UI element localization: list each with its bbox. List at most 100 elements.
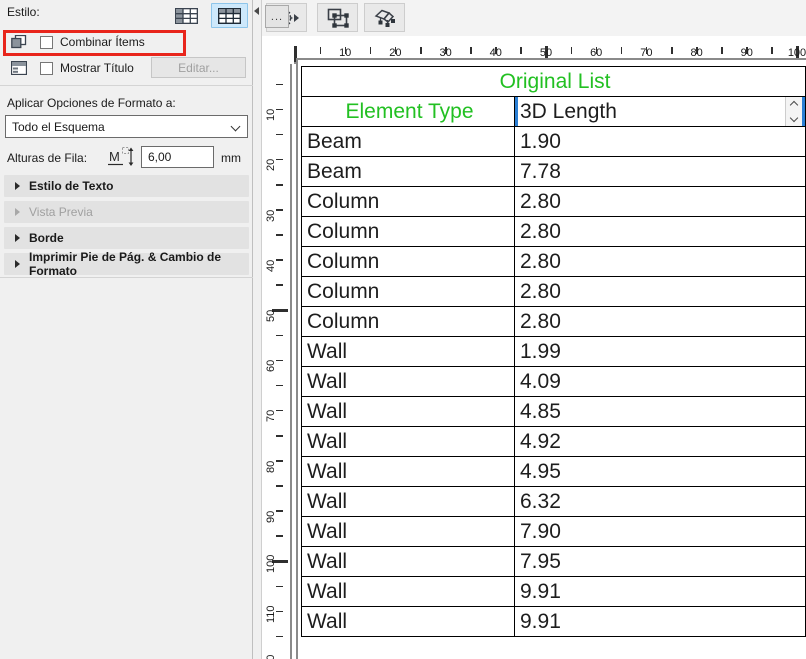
table-row[interactable]: Wall 6.32 xyxy=(301,486,806,517)
table-row[interactable]: Column 2.80 xyxy=(301,276,806,307)
select-elements-button[interactable] xyxy=(317,3,358,32)
chevron-down-icon[interactable] xyxy=(790,115,798,123)
shapes-settings-icon xyxy=(374,9,395,27)
column-header-element-type[interactable]: Element Type xyxy=(301,96,515,127)
ruler-minor-tick xyxy=(276,209,283,211)
ruler-label: 70 xyxy=(265,410,277,423)
table-row[interactable]: Wall 1.99 xyxy=(301,336,806,367)
schedule-title[interactable]: Original List xyxy=(300,66,806,97)
row-height-icon: M xyxy=(108,146,136,171)
column-header-spinner[interactable] xyxy=(785,97,805,126)
ruler-label: 110 xyxy=(265,605,277,624)
cell-3d-length[interactable]: 2.80 xyxy=(513,276,806,307)
ruler-minor-tick xyxy=(276,108,283,111)
cell-element-type[interactable]: Wall xyxy=(301,486,515,517)
chevron-up-icon[interactable] xyxy=(790,100,798,108)
cell-3d-length[interactable]: 9.91 xyxy=(513,606,806,637)
table-row[interactable]: Column 2.80 xyxy=(301,306,806,337)
ruler-minor-tick xyxy=(276,635,283,638)
merge-items-row[interactable]: Combinar Ítems xyxy=(0,30,253,54)
table-row[interactable]: Wall 4.95 xyxy=(301,456,806,487)
cell-3d-length[interactable]: 4.85 xyxy=(513,396,806,427)
ruler-label: 100 xyxy=(265,554,277,573)
collapse-panel-icon[interactable] xyxy=(254,7,259,15)
cell-element-type[interactable]: Wall xyxy=(301,456,515,487)
ruler-minor-tick xyxy=(276,485,283,487)
cell-element-type[interactable]: Wall xyxy=(301,336,515,367)
ruler-label: 40 xyxy=(265,259,277,272)
ruler-minor-tick xyxy=(276,184,283,186)
grid-view-style-button[interactable] xyxy=(211,3,248,28)
ruler-minor-tick xyxy=(671,47,673,54)
cell-3d-length[interactable]: 2.80 xyxy=(513,246,806,277)
cell-3d-length[interactable]: 9.91 xyxy=(513,576,806,607)
cell-3d-length[interactable]: 6.32 xyxy=(513,486,806,517)
format-scope-select[interactable]: Todo el Esquema xyxy=(5,115,248,138)
cell-3d-length[interactable]: 7.95 xyxy=(513,546,806,577)
merge-items-checkbox[interactable] xyxy=(40,35,53,49)
cell-element-type[interactable]: Column xyxy=(301,186,515,217)
ruler-minor-tick xyxy=(470,47,472,54)
cell-3d-length[interactable]: 1.99 xyxy=(513,336,806,367)
column-header-3d-length[interactable]: 3D Length xyxy=(513,96,806,127)
vertical-ruler[interactable]: 10 20 30 40 50 60 70 80 90 100 110 120 xyxy=(262,64,296,659)
cell-3d-length[interactable]: 2.80 xyxy=(513,306,806,337)
cell-element-type[interactable]: Column xyxy=(301,306,515,337)
cell-3d-length[interactable]: 2.80 xyxy=(513,186,806,217)
triangle-right-icon xyxy=(15,234,20,242)
list-view-style-button[interactable] xyxy=(168,3,205,28)
cell-3d-length[interactable]: 4.95 xyxy=(513,456,806,487)
table-row[interactable]: Wall 9.91 xyxy=(301,576,806,607)
apply-format-label: Aplicar Opciones de Formato a: xyxy=(7,96,176,110)
cell-element-type[interactable]: Wall xyxy=(301,576,515,607)
schedule-toolbar xyxy=(262,0,806,36)
row-height-input[interactable]: 6,00 xyxy=(141,146,214,168)
panel-splitter[interactable] xyxy=(253,0,262,659)
cell-element-type[interactable]: Column xyxy=(301,216,515,247)
row-heights-label: Alturas de Fila: xyxy=(7,151,88,165)
table-row[interactable]: Wall 7.95 xyxy=(301,546,806,577)
table-row[interactable]: Wall 7.90 xyxy=(301,516,806,547)
ruler-label: 60 xyxy=(265,359,277,373)
application-window: Estilo: Combinar Ítems Mostrar Título Ed… xyxy=(0,0,806,659)
cell-element-type[interactable]: Column xyxy=(301,246,515,277)
ruler-corner-button[interactable]: ... xyxy=(265,5,289,28)
show-title-checkbox[interactable] xyxy=(40,61,53,75)
cell-element-type[interactable]: Wall xyxy=(301,366,515,397)
cell-3d-length[interactable]: 2.80 xyxy=(513,216,806,247)
table-row[interactable]: Wall 4.09 xyxy=(301,366,806,397)
cell-element-type[interactable]: Wall xyxy=(301,606,515,637)
cell-element-type[interactable]: Wall xyxy=(301,426,515,457)
ruler-minor-tick xyxy=(721,47,723,54)
table-row[interactable]: Wall 4.85 xyxy=(301,396,806,427)
cell-element-type[interactable]: Beam xyxy=(301,126,515,157)
table-row[interactable]: Wall 9.91 xyxy=(301,606,806,637)
ruler-label: 90 xyxy=(265,510,277,523)
table-row[interactable]: Column 2.80 xyxy=(301,246,806,277)
cell-element-type[interactable]: Wall xyxy=(301,546,515,577)
cell-3d-length[interactable]: 1.90 xyxy=(513,126,806,157)
cell-3d-length[interactable]: 7.78 xyxy=(513,156,806,187)
cell-3d-length[interactable]: 4.09 xyxy=(513,366,806,397)
accordion-border[interactable]: Borde xyxy=(4,227,249,249)
table-grid-icon xyxy=(218,7,241,24)
table-row[interactable]: Column 2.80 xyxy=(301,216,806,247)
element-settings-button[interactable] xyxy=(364,3,405,32)
ruler-minor-tick xyxy=(276,359,283,362)
table-row[interactable]: Beam 1.90 xyxy=(301,126,806,157)
accordion-text-style-label: Estilo de Texto xyxy=(29,179,114,193)
cell-element-type[interactable]: Beam xyxy=(301,156,515,187)
cell-element-type[interactable]: Wall xyxy=(301,516,515,547)
cell-3d-length[interactable]: 4.92 xyxy=(513,426,806,457)
cell-element-type[interactable]: Wall xyxy=(301,396,515,427)
triangle-right-icon xyxy=(15,260,20,268)
cell-element-type[interactable]: Column xyxy=(301,276,515,307)
table-row[interactable]: Beam 7.78 xyxy=(301,156,806,187)
accordion-print-footer[interactable]: Imprimir Pie de Pág. & Cambio de Formato xyxy=(4,250,249,278)
edit-button[interactable]: Editar... xyxy=(151,57,246,78)
triangle-right-icon xyxy=(15,182,20,190)
table-row[interactable]: Column 2.80 xyxy=(301,186,806,217)
cell-3d-length[interactable]: 7.90 xyxy=(513,516,806,547)
accordion-text-style[interactable]: Estilo de Texto xyxy=(4,175,249,197)
table-row[interactable]: Wall 4.92 xyxy=(301,426,806,457)
